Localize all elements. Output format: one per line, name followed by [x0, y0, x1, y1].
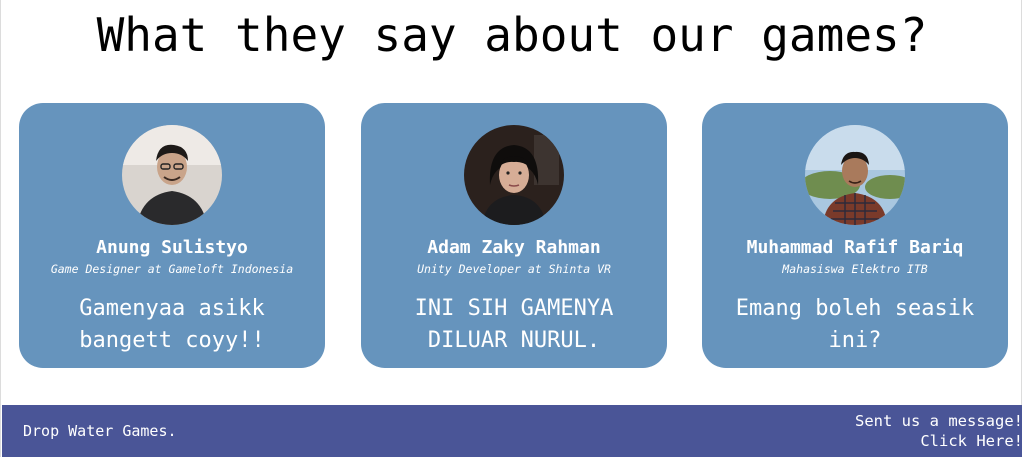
- testimonial-card: Adam Zaky Rahman Unity Developer at Shin…: [361, 103, 667, 368]
- testimonial-name: Muhammad Rafif Bariq: [746, 237, 964, 258]
- footer-brand: Drop Water Games.: [23, 422, 177, 440]
- testimonial-role: Unity Developer at Shinta VR: [417, 262, 611, 276]
- avatar: [464, 125, 564, 225]
- testimonial-card: Muhammad Rafif Bariq Mahasiswa Elektro I…: [702, 103, 1008, 368]
- testimonial-quote: Emang boleh seasik ini?: [735, 296, 975, 353]
- page-title: What they say about our games?: [96, 8, 928, 62]
- contact-link-line1[interactable]: Sent us a message!: [855, 411, 1022, 431]
- person-photo-icon: [805, 125, 905, 225]
- contact-link[interactable]: Sent us a message! Click Here!: [855, 411, 1022, 451]
- testimonial-card: Anung Sulistyo Game Designer at Gameloft…: [19, 103, 325, 368]
- testimonial-role: Mahasiswa Elektro ITB: [782, 262, 928, 276]
- testimonial-quote: Gamenyaa asikk bangett coyy!!: [79, 296, 265, 353]
- avatar: [805, 125, 905, 225]
- footer: Drop Water Games. Sent us a message! Cli…: [2, 405, 1022, 457]
- testimonial-role: Game Designer at Gameloft Indonesia: [50, 262, 294, 276]
- testimonials-page: What they say about our games? Anung Sul…: [0, 0, 1022, 457]
- person-photo-icon: [464, 125, 564, 225]
- contact-link-line2[interactable]: Click Here!: [855, 431, 1022, 451]
- testimonial-list: Anung Sulistyo Game Designer at Gameloft…: [1, 103, 1022, 368]
- avatar: [122, 125, 222, 225]
- testimonial-name: Anung Sulistyo: [96, 237, 248, 258]
- person-photo-icon: [122, 125, 222, 225]
- testimonial-quote: INI SIH GAMENYA DILUAR NURUL.: [414, 296, 614, 353]
- testimonial-name: Adam Zaky Rahman: [427, 237, 601, 258]
